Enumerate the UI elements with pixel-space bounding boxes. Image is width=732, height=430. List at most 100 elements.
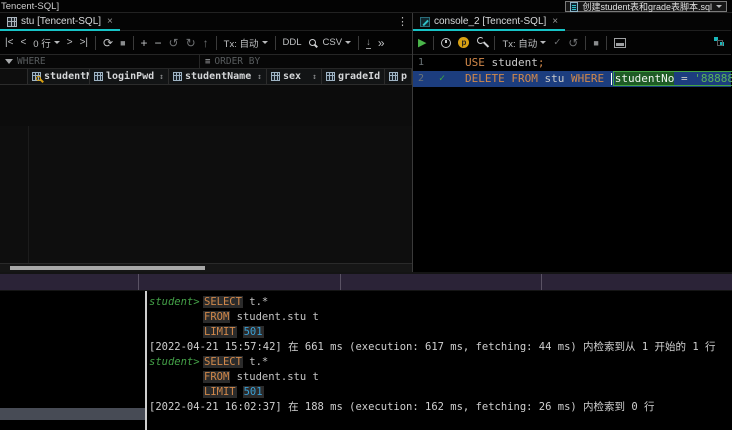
column-name: studentNo — [44, 71, 89, 82]
page-size-dropdown[interactable]: 0 行 — [33, 36, 60, 50]
wrench-glyph — [476, 37, 487, 48]
text-cursor — [610, 73, 612, 85]
export-data-icon[interactable]: ↓ — [366, 37, 371, 49]
console-line: student> SELECT t.* — [149, 355, 732, 370]
code-line: DELETE FROM stu WHERE studentNo = '88888… — [465, 71, 732, 87]
rollback-icon[interactable]: ↺ — [568, 37, 578, 49]
column-header-loginPwd[interactable]: loginPwd ↕ — [90, 69, 169, 84]
explain-plan-icon[interactable]: p — [458, 37, 470, 48]
column-header-partial[interactable]: p — [385, 69, 412, 84]
sql-keyword: FROM — [203, 311, 231, 323]
sql-string-literal: '888888' — [694, 72, 732, 85]
where-filter-input[interactable]: WHERE — [0, 55, 200, 68]
order-by-input[interactable]: ≡ ORDER BY — [200, 55, 412, 68]
sql-editor[interactable]: 1 USE student; 2 ✓ DELETE FROM stu WHERE… — [413, 55, 732, 272]
grid-header-row: studentNo ↕ loginPwd ↕ studentName ↕ sex… — [0, 69, 412, 85]
column-header-sex[interactable]: sex ↕ — [267, 69, 322, 84]
console-line: LIMIT 501 — [149, 385, 732, 400]
last-page-button[interactable]: >| — [80, 37, 88, 48]
gutter: 1 — [413, 55, 465, 71]
sql-number: 501 — [242, 386, 264, 398]
selected-row-band — [0, 408, 145, 420]
output-toggle-icon[interactable] — [613, 37, 626, 48]
sql-keyword: LIMIT — [203, 326, 237, 338]
column-name: gradeId — [338, 71, 381, 82]
submit-icon[interactable]: ↑ — [203, 37, 209, 49]
stop-icon[interactable]: ■ — [593, 38, 598, 48]
column-header-studentName[interactable]: studentName ↕ — [169, 69, 267, 84]
sort-toggle-icon[interactable]: ↕ — [312, 72, 317, 81]
run-button[interactable]: ▶ — [418, 36, 426, 49]
console-line: FROM student.stu t — [149, 310, 732, 325]
file-selector[interactable]: 创建student表和grade表脚本.sql — [565, 1, 727, 12]
output-left-pane — [0, 291, 145, 430]
settings-wrench-icon[interactable] — [476, 37, 487, 48]
tab-console-2[interactable]: console_2 [Tencent-SQL] × — [413, 13, 566, 31]
column-header-gradeId[interactable]: gradeId ↕ — [322, 69, 385, 84]
output-console[interactable]: student> SELECT t.* FROM student.stu t LI… — [147, 291, 732, 430]
caret-down-icon — [53, 41, 60, 47]
stop-icon[interactable]: ■ — [120, 38, 125, 48]
sql-keyword: WHERE — [570, 72, 605, 85]
ddl-button[interactable]: DDL — [283, 37, 302, 48]
close-icon[interactable]: × — [107, 16, 113, 27]
line-number: 1 — [418, 57, 425, 68]
grid-body[interactable] — [0, 126, 412, 263]
sql-semicolon: ; — [537, 56, 545, 69]
sort-toggle-icon[interactable]: ↕ — [159, 72, 164, 81]
sql-text: student.stu t — [230, 371, 319, 383]
export-format-dropdown[interactable]: CSV — [323, 37, 352, 48]
column-icon — [326, 72, 335, 81]
tab-stu[interactable]: stu [Tencent-SQL] × — [0, 13, 120, 31]
sql-keyword: SELECT — [203, 356, 243, 368]
console-line: student> SELECT t.* — [149, 295, 732, 310]
sql-operator: = — [674, 72, 695, 85]
table-icon — [7, 16, 17, 27]
band-divider — [541, 274, 542, 290]
success-check-icon: ✓ — [439, 73, 446, 84]
more-actions-icon[interactable]: » — [378, 37, 385, 49]
sort-toggle-icon[interactable]: ↕ — [257, 72, 262, 81]
sql-text: student.stu t — [230, 311, 319, 323]
commit-icon[interactable]: ✓ — [553, 37, 561, 48]
window-title: Tencent-SQL] — [1, 0, 60, 12]
scrollbar-thumb[interactable] — [10, 266, 205, 270]
tx-mode-dropdown[interactable]: Tx: 自动 — [502, 36, 547, 50]
search-icon[interactable] — [308, 39, 316, 46]
column-header-studentNo[interactable]: studentNo ↕ — [28, 69, 90, 84]
console-editor-panel: console_2 [Tencent-SQL] × ▶ p Tx: 自动 ✓ ↺… — [413, 13, 732, 272]
grid-filter-row: WHERE ≡ ORDER BY — [0, 55, 412, 69]
gutter: 2 ✓ — [413, 71, 465, 87]
redo-icon[interactable]: ↻ — [186, 37, 196, 49]
sql-keyword: LIMIT — [203, 386, 237, 398]
sql-identifier: stu — [537, 72, 571, 85]
sql-keyword: FROM — [203, 371, 231, 383]
tx-mode-value: Tx: 自动 — [502, 38, 538, 50]
horizontal-scrollbar[interactable] — [0, 263, 412, 272]
tab-options-icon[interactable]: ⋮ — [397, 15, 408, 28]
add-row-button[interactable]: + — [141, 37, 148, 49]
output-window-glyph — [613, 37, 626, 48]
sql-keyword: DELETE FROM — [465, 72, 538, 85]
delete-row-button[interactable]: − — [155, 37, 162, 49]
line-number: 2 — [418, 73, 425, 84]
band-divider — [340, 274, 341, 290]
console-file-icon — [420, 16, 430, 27]
reload-icon[interactable]: ⟳ — [103, 37, 113, 49]
editor-line-1[interactable]: 1 USE student; — [413, 55, 731, 71]
tx-mode-dropdown[interactable]: Tx: 自动 — [224, 36, 268, 50]
data-source-icon[interactable] — [714, 37, 726, 48]
first-page-button[interactable]: |< — [5, 37, 13, 48]
previous-page-button[interactable]: < — [20, 37, 26, 48]
history-icon[interactable] — [441, 37, 452, 48]
close-icon[interactable]: × — [552, 16, 558, 27]
sql-identifier: student — [484, 56, 538, 69]
right-tabbar: console_2 [Tencent-SQL] × — [413, 13, 731, 31]
row-number-gutter — [0, 69, 28, 84]
revert-icon[interactable]: ↺ — [169, 37, 179, 49]
editor-line-2[interactable]: 2 ✓ DELETE FROM stu WHERE studentNo = '8… — [413, 71, 732, 87]
band-divider — [138, 274, 139, 290]
data-grid-panel: stu [Tencent-SQL] × ⋮ |< < 0 行 > >| ⟳ ■ … — [0, 13, 413, 272]
sql-text: t.* — [242, 356, 269, 368]
next-page-button[interactable]: > — [67, 37, 73, 48]
